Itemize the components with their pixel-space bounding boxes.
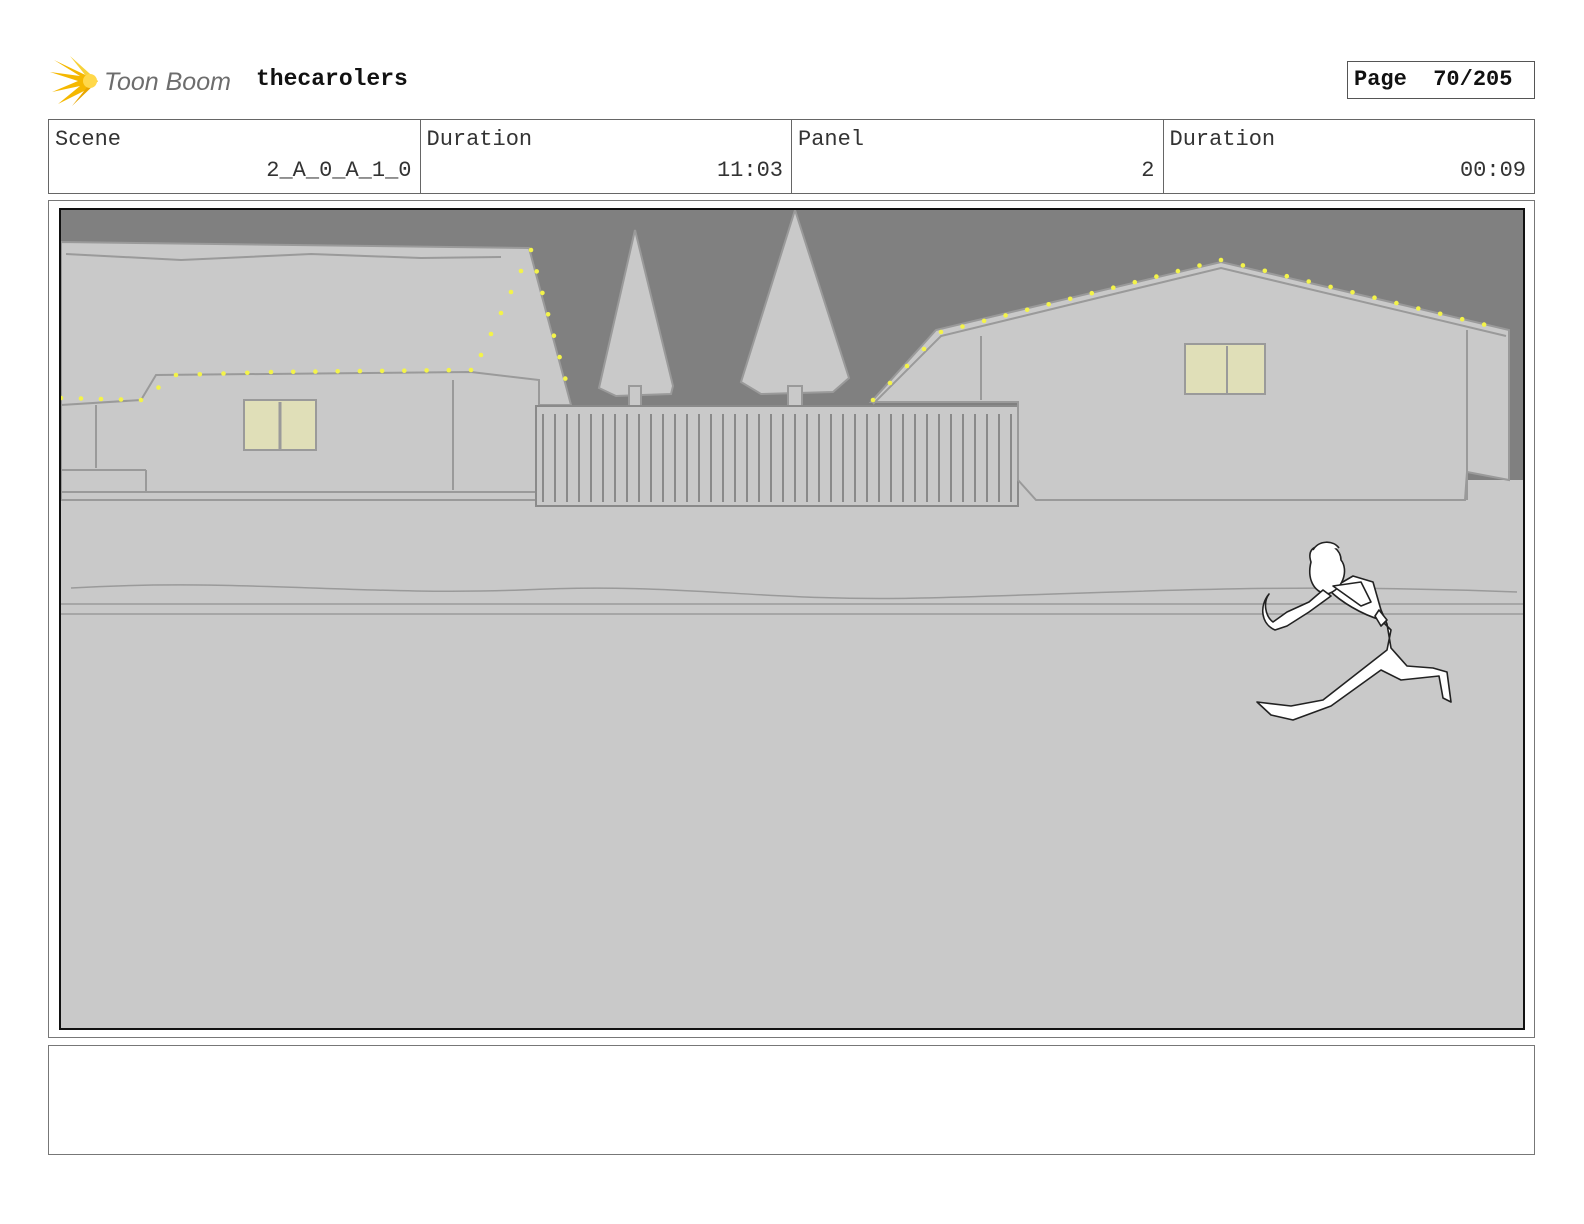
light-bulb: [424, 368, 429, 373]
light-bulb: [557, 354, 562, 360]
light-bulb: [78, 396, 84, 401]
light-bulb: [446, 367, 452, 373]
page-indicator: Page 70/205: [1347, 61, 1535, 99]
light-bulb: [534, 269, 539, 274]
light-bulb: [1089, 290, 1095, 296]
light-bulb: [1416, 306, 1421, 311]
panel-notes-box: [48, 1045, 1535, 1155]
storyboard-info-row: Scene 2_A_0_A_1_0 Duration 11:03 Panel 2…: [48, 119, 1535, 194]
light-bulb: [245, 370, 250, 376]
light-bulb: [98, 396, 104, 402]
panel-cell: Panel 2: [792, 120, 1164, 193]
scene-duration-label: Duration: [426, 127, 533, 152]
light-bulb: [335, 369, 341, 374]
light-bulb: [156, 385, 161, 390]
light-bulb: [1218, 257, 1224, 263]
light-bulb: [1111, 285, 1116, 290]
light-bulb: [498, 310, 504, 316]
light-bulb: [1046, 302, 1051, 307]
light-bulb: [138, 397, 144, 403]
light-bulb: [545, 312, 551, 317]
scene-duration-cell: Duration 11:03: [421, 120, 792, 193]
light-bulb: [921, 346, 927, 352]
light-bulb: [563, 376, 568, 381]
project-title: thecarolers: [256, 66, 408, 92]
light-bulb: [1132, 279, 1138, 285]
light-bulb: [197, 372, 203, 377]
light-bulb: [508, 289, 514, 295]
light-bulb: [1284, 273, 1290, 279]
light-bulb: [402, 368, 407, 373]
light-bulb: [488, 331, 494, 337]
light-bulb: [1175, 268, 1181, 274]
light-bulb: [118, 397, 124, 402]
light-bulb: [1481, 322, 1487, 327]
panel-sketch: [61, 210, 1523, 1028]
light-bulb: [887, 380, 893, 386]
light-bulb: [1350, 290, 1355, 295]
light-bulb: [938, 329, 944, 335]
light-bulb: [518, 268, 524, 274]
light-bulb: [173, 372, 179, 378]
toon-boom-logo: Toon Boom: [50, 56, 231, 106]
panel-label: Panel: [798, 127, 865, 152]
light-bulb: [357, 368, 363, 374]
light-bulb: [1372, 295, 1377, 300]
panel-value: 2: [1141, 158, 1155, 183]
light-bulb: [1459, 316, 1465, 322]
light-bulb: [1262, 268, 1268, 274]
light-bulb: [540, 290, 545, 296]
ground: [61, 480, 1523, 1028]
light-bulb: [1024, 307, 1030, 313]
panel-duration-value: 00:09: [1459, 158, 1526, 183]
scene-label: Scene: [55, 127, 122, 152]
scene-duration-value: 11:03: [716, 158, 783, 183]
scene-value: 2_A_0_A_1_0: [266, 158, 412, 183]
light-bulb: [1003, 313, 1008, 318]
light-bulb: [478, 352, 484, 358]
light-bulb: [904, 363, 910, 369]
light-bulb: [870, 397, 876, 403]
light-bulb: [1067, 296, 1073, 302]
light-bulb: [981, 318, 987, 324]
light-bulb: [221, 371, 226, 376]
light-bulb: [1394, 300, 1399, 306]
logo-text: Toon Boom: [104, 68, 231, 96]
light-bulb: [290, 369, 296, 375]
light-bulb: [313, 369, 318, 374]
light-bulb: [1437, 311, 1443, 317]
panel-duration-label: Duration: [1169, 127, 1276, 152]
light-bulb: [551, 333, 557, 338]
storyboard-panel-image: [59, 208, 1525, 1030]
light-bulb: [468, 367, 474, 373]
panel-duration-cell: Duration 00:09: [1164, 120, 1535, 193]
light-bulb: [1328, 284, 1333, 290]
fence: [535, 405, 1019, 507]
light-bulb: [528, 247, 534, 253]
light-bulb: [379, 368, 385, 374]
light-bulb: [268, 369, 274, 375]
light-bulb: [1240, 263, 1246, 268]
light-bulb: [1197, 263, 1202, 268]
light-bulb: [1154, 274, 1159, 279]
right-house-window: [1184, 343, 1266, 395]
sunburst-logo-icon: [50, 56, 98, 106]
scene-cell: Scene 2_A_0_A_1_0: [49, 120, 421, 193]
light-bulb: [1306, 279, 1311, 284]
light-bulb: [960, 324, 965, 329]
